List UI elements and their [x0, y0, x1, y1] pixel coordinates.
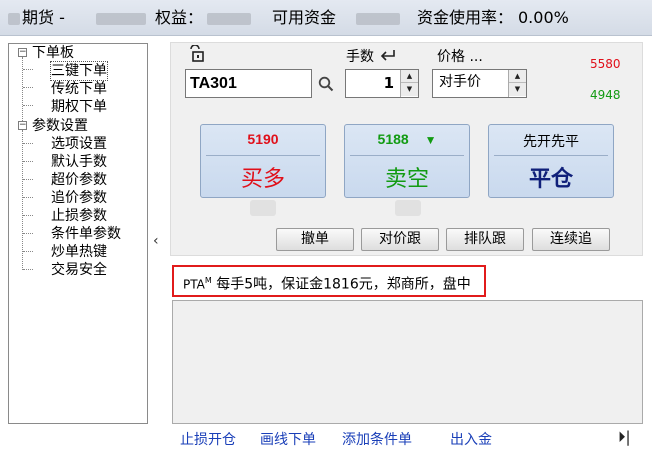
tree-item-three-key-order[interactable]: 三键下单	[50, 61, 108, 81]
buy-long-label: 买多	[240, 167, 285, 192]
ask-price: 5580	[590, 57, 621, 71]
tree-item-default-qty[interactable]: 默认手数	[51, 153, 107, 171]
cancel-order-button[interactable]: 撤单	[276, 228, 354, 251]
tree-item-hotkeys[interactable]: 炒单热键	[51, 243, 107, 261]
masked-text	[395, 200, 421, 216]
return-icon[interactable]	[380, 48, 396, 62]
qty-down-button[interactable]: ▼	[401, 83, 418, 96]
sell-short-button[interactable]: 5188 ▼ 卖空	[344, 124, 470, 198]
collapse-icon[interactable]: −	[18, 121, 27, 130]
masked-equity	[207, 0, 251, 36]
account-name	[8, 0, 20, 36]
price-down-button[interactable]: ▼	[509, 83, 526, 96]
price-type-stepper[interactable]: 对手价 ▲ ▼	[432, 69, 527, 98]
stop-loss-open-link[interactable]: 止损开仓	[180, 429, 236, 449]
tree-item-chase-price[interactable]: 追价参数	[51, 189, 107, 207]
account-suffix: 期货 -	[22, 8, 65, 27]
contract-info-text: 每手5吨，保证金1816元，郑商所，盘中	[211, 276, 471, 293]
close-position-label: 平仓	[528, 166, 573, 192]
search-icon[interactable]	[318, 76, 334, 92]
equity-label: 权益：	[155, 8, 204, 27]
buy-long-button[interactable]: 5190 买多	[200, 124, 326, 198]
message-log	[172, 300, 643, 424]
available-label: 可用资金	[272, 8, 337, 27]
usage-value: 0.00%	[518, 8, 569, 27]
contract-info: PTAM 每手5吨，保证金1816元，郑商所，盘中	[172, 265, 486, 297]
add-conditional-order-link[interactable]: 添加条件单	[342, 429, 412, 449]
tree-item-traditional-order[interactable]: 传统下单	[51, 80, 107, 98]
tree-group-order-board[interactable]: 下单板	[32, 44, 74, 62]
sell-price: 5188	[377, 131, 409, 147]
contract-symbol: PTA	[183, 277, 205, 292]
down-arrow-icon: ▼	[424, 133, 437, 147]
qty-stepper[interactable]: 1 ▲ ▼	[345, 69, 419, 98]
price-up-button[interactable]: ▲	[509, 70, 526, 83]
qty-label: 手数	[346, 49, 374, 65]
account-status-bar: 期货 - 权益： 可用资金 资金使用率： 0.00%	[0, 0, 652, 36]
fund-transfer-link[interactable]: 出入金	[450, 429, 492, 449]
close-position-button[interactable]: 先开先平 平仓	[488, 124, 614, 198]
match-price-follow-button[interactable]: 对价跟	[361, 228, 439, 251]
continuous-chase-button[interactable]: 连续追	[532, 228, 610, 251]
contract-code-input[interactable]: TA301	[185, 69, 312, 98]
sell-short-label: 卖空	[384, 167, 429, 192]
usage-label: 资金使用率：	[417, 8, 514, 27]
tree-item-overprice[interactable]: 超价参数	[51, 171, 107, 189]
chevron-left-icon[interactable]: ‹	[153, 233, 159, 249]
tree-item-stop-loss[interactable]: 止损参数	[51, 207, 107, 225]
tree-group-parameters[interactable]: 参数设置	[32, 117, 88, 135]
masked-text	[8, 12, 20, 25]
tree-item-security[interactable]: 交易安全	[51, 261, 107, 279]
collapse-icon[interactable]: −	[18, 48, 27, 57]
tree-item-options[interactable]: 选项设置	[51, 135, 107, 153]
contract-mark: M	[204, 276, 212, 285]
tree-item-conditional[interactable]: 条件单参数	[51, 225, 121, 243]
tree-item-option-order[interactable]: 期权下单	[51, 98, 107, 116]
qty-value: 1	[383, 74, 394, 92]
skip-end-icon[interactable]: ⏵|	[618, 428, 631, 446]
qty-up-button[interactable]: ▲	[401, 70, 418, 83]
bid-price: 4948	[590, 88, 621, 102]
unlock-icon[interactable]	[188, 45, 204, 62]
buy-price: 5190	[247, 131, 279, 147]
settings-tree: − 下单板 三键下单 传统下单 期权下单 − 参数设置 选项设置 默认手数 超价…	[8, 43, 148, 424]
close-mode: 先开先平	[523, 133, 579, 149]
price-label[interactable]: 价格 ...	[437, 46, 483, 66]
queue-follow-button[interactable]: 排队跟	[446, 228, 524, 251]
masked-account	[96, 0, 146, 36]
line-order-link[interactable]: 画线下单	[260, 429, 316, 449]
price-type-value: 对手价	[439, 74, 481, 90]
masked-available	[356, 0, 400, 36]
masked-text	[250, 200, 276, 216]
